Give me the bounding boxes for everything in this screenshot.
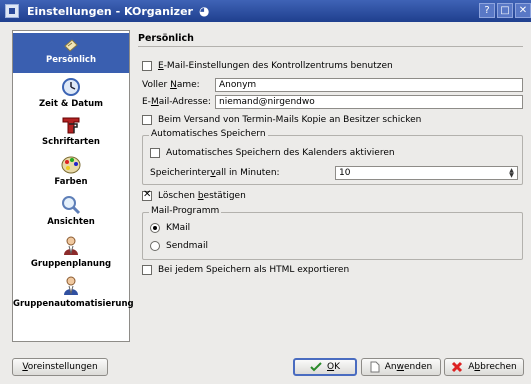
title-divider (138, 46, 523, 47)
magnifier-icon (62, 196, 81, 215)
mail-client-group: Mail-Programm (142, 206, 523, 260)
cancel-icon (452, 361, 463, 373)
sidebar-item-gruppenplanung[interactable]: Gruppenplanung (13, 235, 129, 271)
spin-arrows-icon[interactable]: ▲ ▼ (507, 168, 516, 179)
document-icon (370, 361, 380, 373)
checkbox-box[interactable] (150, 148, 160, 158)
window-title: Einstellungen - KOrganizer (27, 4, 193, 18)
radio-circle[interactable] (150, 223, 160, 233)
maximize-button[interactable]: □ (497, 3, 513, 18)
full-name-label: Voller Name: (142, 80, 200, 90)
sidebar-item-gruppenautomatisierung[interactable]: Gruppenautomatisierung (13, 275, 134, 315)
page-title: Persönlich (138, 33, 194, 44)
use-kcontrol-email-checkbox[interactable]: E-Mail-Einstellungen des Kontrollzentrum… (142, 61, 393, 71)
autosave-interval-spinbox[interactable]: 10 ▲ ▼ (335, 166, 518, 180)
ok-button[interactable]: OK (293, 358, 357, 376)
check-icon (310, 362, 322, 372)
defaults-button[interactable]: Voreinstellungen (12, 358, 108, 376)
sidebar: Persönlich Zeit & Datum Schriftarten Far… (12, 30, 134, 342)
group-person-icon (64, 236, 78, 255)
palette-icon (61, 156, 81, 174)
apply-button[interactable]: Anwenden (361, 358, 441, 376)
fonts-icon (62, 117, 80, 134)
radio-circle[interactable] (150, 241, 160, 251)
app-icon[interactable] (5, 4, 19, 18)
html-export-checkbox[interactable]: Bei jedem Speichern als HTML exportieren (142, 265, 349, 275)
clock-icon (62, 78, 80, 96)
checkbox-box[interactable] (142, 115, 152, 125)
email-field[interactable]: niemand@nirgendwo (215, 95, 523, 109)
autosave-interval-label: Speicherintervall in Minuten: (150, 168, 280, 178)
help-button[interactable]: ? (479, 3, 495, 18)
sidebar-item-zeit-datum[interactable]: Zeit & Datum (13, 77, 129, 113)
sidebar-item-farben[interactable]: Farben (13, 155, 129, 191)
sidebar-item-schriftarten[interactable]: Schriftarten (13, 115, 129, 151)
checkbox-box[interactable] (142, 61, 152, 71)
full-name-field[interactable]: Anonym (215, 78, 523, 92)
copy-to-owner-checkbox[interactable]: Beim Versand von Termin-Mails Kopie an B… (142, 115, 421, 125)
mail-client-kmail-radio[interactable]: KMail (150, 223, 190, 233)
autosave-enable-checkbox[interactable]: Automatisches Speichern des Kalenders ak… (150, 148, 395, 158)
sidebar-item-persoenlich[interactable]: Persönlich (13, 33, 129, 73)
sidebar-item-ansichten[interactable]: Ansichten (13, 195, 129, 231)
personal-card-icon (64, 39, 78, 52)
confirm-delete-checkbox[interactable]: Löschen bestätigen (142, 189, 246, 201)
close-button[interactable]: ✕ (515, 3, 531, 18)
sticky-icon[interactable]: ◕ (199, 4, 209, 18)
cancel-button[interactable]: Abbrechen (444, 358, 524, 376)
title-bar[interactable]: Einstellungen - KOrganizer ◕ ? □ ✕ (0, 0, 531, 22)
checkbox-box[interactable] (142, 265, 152, 275)
checkbox-box[interactable] (142, 189, 152, 201)
group-automation-icon (64, 276, 78, 295)
email-label: E-Mail-Adresse: (142, 97, 211, 107)
mail-client-sendmail-radio[interactable]: Sendmail (150, 241, 208, 251)
